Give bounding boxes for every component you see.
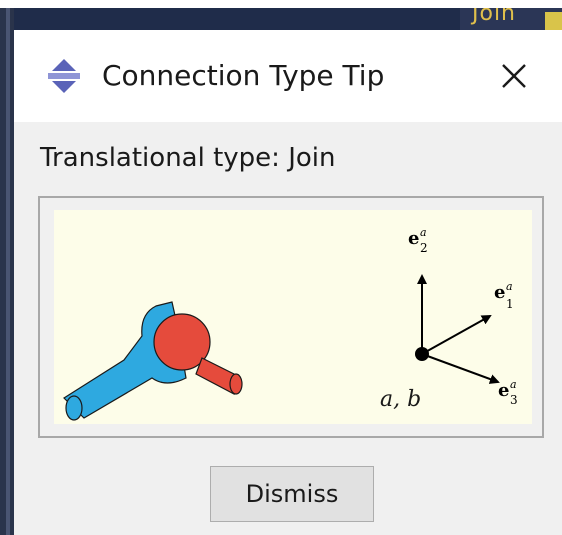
connection-type-tip-dialog: Connection Type Tip Translational type: … xyxy=(14,32,562,535)
svg-text:e: e xyxy=(494,282,505,303)
svg-text:a: a xyxy=(420,226,427,239)
dialog-title: Connection Type Tip xyxy=(102,59,385,92)
svg-text:a: a xyxy=(506,280,513,293)
background-tab-label: Join xyxy=(472,8,517,26)
axis-label-e1: e a 1 xyxy=(494,280,514,311)
close-icon xyxy=(502,64,526,88)
connection-type-icon xyxy=(46,58,82,94)
svg-text:2: 2 xyxy=(420,241,428,255)
dialog-titlebar[interactable]: Connection Type Tip xyxy=(14,32,562,122)
close-button[interactable] xyxy=(484,50,544,102)
background-tab-edge xyxy=(545,12,562,30)
background-app-toolbar: Join xyxy=(0,0,562,30)
axis-label-e3: e a 3 xyxy=(498,378,518,407)
illustration-frame: e a 2 e a 1 e a 3 a, b xyxy=(38,196,544,438)
point-label: a, b xyxy=(380,387,421,412)
dismiss-button[interactable]: Dismiss xyxy=(210,466,374,522)
background-window-border xyxy=(0,8,14,535)
coordinate-axes xyxy=(415,274,500,384)
svg-text:e: e xyxy=(498,380,509,401)
svg-text:e: e xyxy=(408,228,419,249)
svg-text:a: a xyxy=(510,378,517,391)
axis-label-e2: e a 2 xyxy=(408,226,428,255)
join-illustration: e a 2 e a 1 e a 3 a, b xyxy=(54,210,532,424)
svg-text:3: 3 xyxy=(510,393,518,407)
svg-text:1: 1 xyxy=(506,297,514,311)
connection-type-heading: Translational type: Join xyxy=(40,143,336,173)
